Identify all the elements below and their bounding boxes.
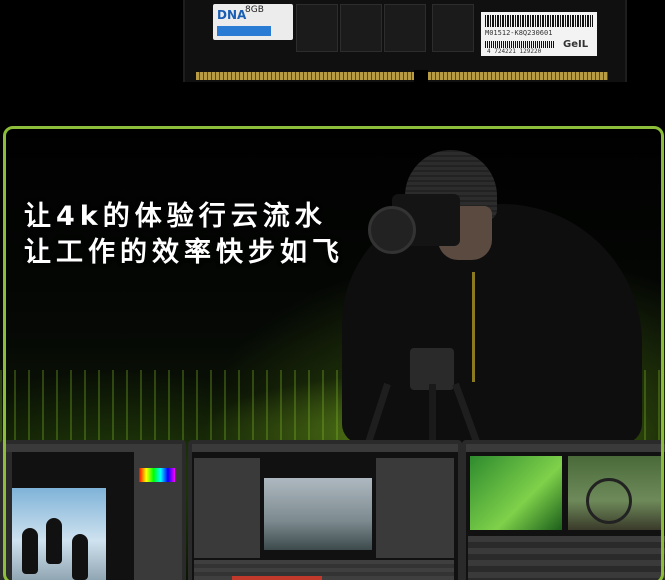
memory-chip [384,4,426,52]
ram-module-image: DNA 8GB M01512-K8Q230601 GeIL 4 724221 1… [0,0,665,122]
dna-label-stripe [217,26,271,36]
barcode-small [485,41,555,48]
brand-logo: GeIL [563,39,589,50]
memory-chip [340,4,382,52]
dna-label: DNA 8GB [213,4,293,40]
capacity-label: 8GB [245,5,264,15]
product-sticker: M01512-K8Q230601 GeIL 4 724221 129220 [481,12,597,56]
memory-chip [432,4,474,52]
serial-number: M01512-K8Q230601 [485,29,553,37]
barcode [485,15,593,27]
module-notch [414,70,428,84]
green-frame-border [3,126,664,580]
barcode-number: 4 724221 129220 [487,48,542,55]
dna-label-text: DNA [217,8,247,22]
promo-banner: 让4k的体验行云流水 让工作的效率快步如飞 [0,122,665,580]
gold-contacts [196,72,608,80]
memory-chip [296,4,338,52]
